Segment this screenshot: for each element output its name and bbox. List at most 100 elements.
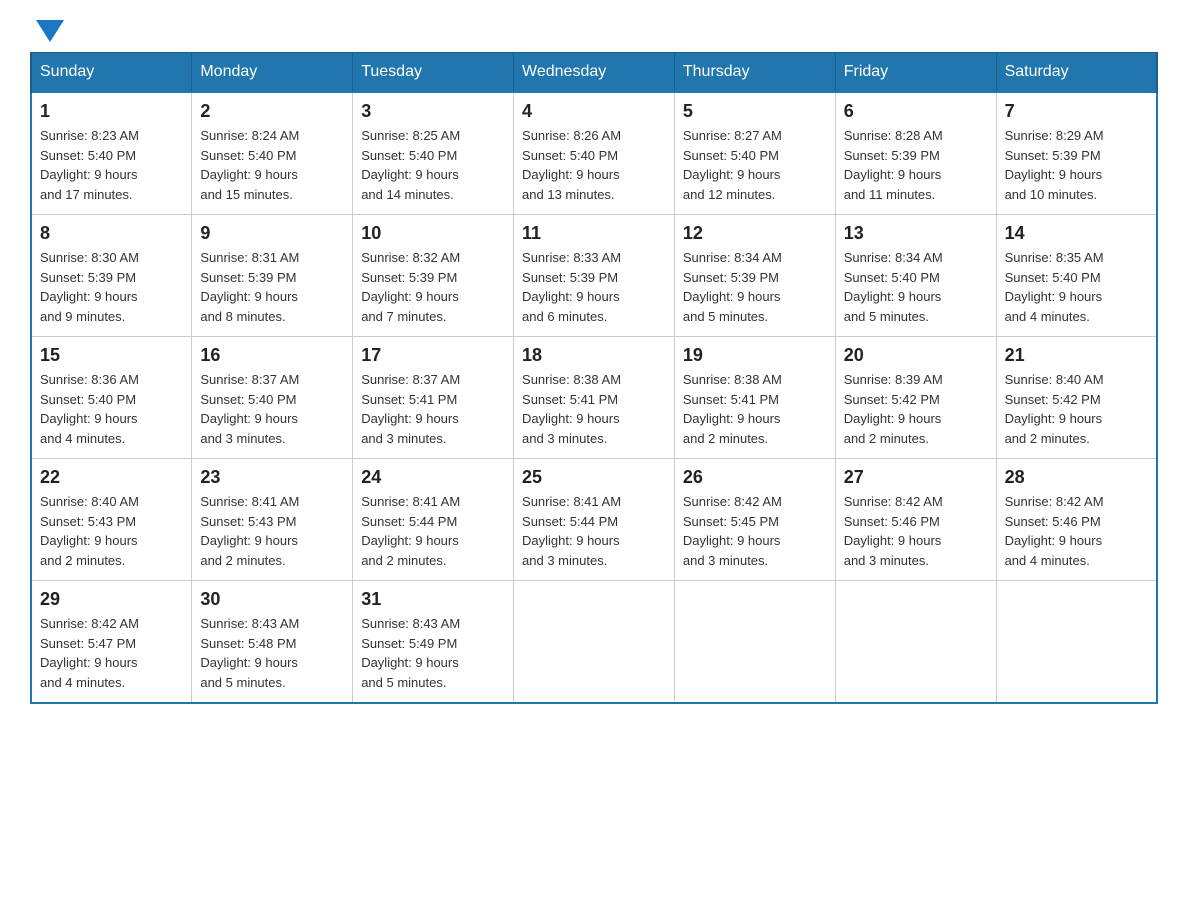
- calendar-header-tuesday: Tuesday: [353, 53, 514, 93]
- calendar-week-row: 8 Sunrise: 8:30 AMSunset: 5:39 PMDayligh…: [31, 215, 1157, 337]
- day-info: Sunrise: 8:31 AMSunset: 5:39 PMDaylight:…: [200, 250, 299, 324]
- day-number: 27: [844, 467, 988, 488]
- calendar-week-row: 22 Sunrise: 8:40 AMSunset: 5:43 PMDaylig…: [31, 459, 1157, 581]
- day-info: Sunrise: 8:28 AMSunset: 5:39 PMDaylight:…: [844, 128, 943, 202]
- calendar-header-sunday: Sunday: [31, 53, 192, 93]
- calendar-cell: 13 Sunrise: 8:34 AMSunset: 5:40 PMDaylig…: [835, 215, 996, 337]
- calendar-cell: 3 Sunrise: 8:25 AMSunset: 5:40 PMDayligh…: [353, 92, 514, 215]
- day-info: Sunrise: 8:43 AMSunset: 5:49 PMDaylight:…: [361, 616, 460, 690]
- day-info: Sunrise: 8:37 AMSunset: 5:41 PMDaylight:…: [361, 372, 460, 446]
- calendar-cell: 23 Sunrise: 8:41 AMSunset: 5:43 PMDaylig…: [192, 459, 353, 581]
- day-info: Sunrise: 8:42 AMSunset: 5:47 PMDaylight:…: [40, 616, 139, 690]
- day-info: Sunrise: 8:39 AMSunset: 5:42 PMDaylight:…: [844, 372, 943, 446]
- calendar-cell: [835, 581, 996, 704]
- day-number: 4: [522, 101, 666, 122]
- day-number: 19: [683, 345, 827, 366]
- calendar-cell: 19 Sunrise: 8:38 AMSunset: 5:41 PMDaylig…: [674, 337, 835, 459]
- day-info: Sunrise: 8:24 AMSunset: 5:40 PMDaylight:…: [200, 128, 299, 202]
- calendar-header-row: SundayMondayTuesdayWednesdayThursdayFrid…: [31, 53, 1157, 93]
- day-number: 7: [1005, 101, 1148, 122]
- day-info: Sunrise: 8:35 AMSunset: 5:40 PMDaylight:…: [1005, 250, 1104, 324]
- logo: [30, 20, 64, 42]
- day-number: 2: [200, 101, 344, 122]
- calendar-cell: 18 Sunrise: 8:38 AMSunset: 5:41 PMDaylig…: [514, 337, 675, 459]
- calendar-week-row: 29 Sunrise: 8:42 AMSunset: 5:47 PMDaylig…: [31, 581, 1157, 704]
- calendar-cell: 2 Sunrise: 8:24 AMSunset: 5:40 PMDayligh…: [192, 92, 353, 215]
- calendar-header-saturday: Saturday: [996, 53, 1157, 93]
- day-number: 21: [1005, 345, 1148, 366]
- logo-triangle-icon: [36, 20, 64, 42]
- day-info: Sunrise: 8:41 AMSunset: 5:43 PMDaylight:…: [200, 494, 299, 568]
- day-info: Sunrise: 8:36 AMSunset: 5:40 PMDaylight:…: [40, 372, 139, 446]
- calendar-cell: 20 Sunrise: 8:39 AMSunset: 5:42 PMDaylig…: [835, 337, 996, 459]
- calendar-cell: 24 Sunrise: 8:41 AMSunset: 5:44 PMDaylig…: [353, 459, 514, 581]
- calendar-cell: 14 Sunrise: 8:35 AMSunset: 5:40 PMDaylig…: [996, 215, 1157, 337]
- day-number: 23: [200, 467, 344, 488]
- calendar-cell: 29 Sunrise: 8:42 AMSunset: 5:47 PMDaylig…: [31, 581, 192, 704]
- day-info: Sunrise: 8:40 AMSunset: 5:43 PMDaylight:…: [40, 494, 139, 568]
- day-number: 10: [361, 223, 505, 244]
- calendar-cell: 10 Sunrise: 8:32 AMSunset: 5:39 PMDaylig…: [353, 215, 514, 337]
- calendar-cell: 22 Sunrise: 8:40 AMSunset: 5:43 PMDaylig…: [31, 459, 192, 581]
- day-number: 11: [522, 223, 666, 244]
- calendar-cell: 5 Sunrise: 8:27 AMSunset: 5:40 PMDayligh…: [674, 92, 835, 215]
- day-info: Sunrise: 8:42 AMSunset: 5:45 PMDaylight:…: [683, 494, 782, 568]
- day-number: 1: [40, 101, 183, 122]
- day-info: Sunrise: 8:42 AMSunset: 5:46 PMDaylight:…: [844, 494, 943, 568]
- day-number: 9: [200, 223, 344, 244]
- calendar-cell: [514, 581, 675, 704]
- day-number: 31: [361, 589, 505, 610]
- calendar-header-monday: Monday: [192, 53, 353, 93]
- day-number: 18: [522, 345, 666, 366]
- day-info: Sunrise: 8:32 AMSunset: 5:39 PMDaylight:…: [361, 250, 460, 324]
- calendar-cell: 6 Sunrise: 8:28 AMSunset: 5:39 PMDayligh…: [835, 92, 996, 215]
- day-info: Sunrise: 8:37 AMSunset: 5:40 PMDaylight:…: [200, 372, 299, 446]
- calendar-table: SundayMondayTuesdayWednesdayThursdayFrid…: [30, 52, 1158, 704]
- day-number: 14: [1005, 223, 1148, 244]
- day-number: 12: [683, 223, 827, 244]
- calendar-cell: 7 Sunrise: 8:29 AMSunset: 5:39 PMDayligh…: [996, 92, 1157, 215]
- calendar-cell: 30 Sunrise: 8:43 AMSunset: 5:48 PMDaylig…: [192, 581, 353, 704]
- day-number: 6: [844, 101, 988, 122]
- day-info: Sunrise: 8:41 AMSunset: 5:44 PMDaylight:…: [361, 494, 460, 568]
- calendar-cell: 27 Sunrise: 8:42 AMSunset: 5:46 PMDaylig…: [835, 459, 996, 581]
- day-info: Sunrise: 8:26 AMSunset: 5:40 PMDaylight:…: [522, 128, 621, 202]
- day-info: Sunrise: 8:38 AMSunset: 5:41 PMDaylight:…: [522, 372, 621, 446]
- day-info: Sunrise: 8:27 AMSunset: 5:40 PMDaylight:…: [683, 128, 782, 202]
- calendar-week-row: 15 Sunrise: 8:36 AMSunset: 5:40 PMDaylig…: [31, 337, 1157, 459]
- calendar-cell: 25 Sunrise: 8:41 AMSunset: 5:44 PMDaylig…: [514, 459, 675, 581]
- day-info: Sunrise: 8:23 AMSunset: 5:40 PMDaylight:…: [40, 128, 139, 202]
- calendar-cell: 17 Sunrise: 8:37 AMSunset: 5:41 PMDaylig…: [353, 337, 514, 459]
- day-number: 22: [40, 467, 183, 488]
- day-info: Sunrise: 8:34 AMSunset: 5:40 PMDaylight:…: [844, 250, 943, 324]
- calendar-header-wednesday: Wednesday: [514, 53, 675, 93]
- day-info: Sunrise: 8:41 AMSunset: 5:44 PMDaylight:…: [522, 494, 621, 568]
- calendar-cell: 26 Sunrise: 8:42 AMSunset: 5:45 PMDaylig…: [674, 459, 835, 581]
- day-number: 30: [200, 589, 344, 610]
- day-info: Sunrise: 8:34 AMSunset: 5:39 PMDaylight:…: [683, 250, 782, 324]
- day-number: 28: [1005, 467, 1148, 488]
- day-info: Sunrise: 8:33 AMSunset: 5:39 PMDaylight:…: [522, 250, 621, 324]
- day-number: 5: [683, 101, 827, 122]
- day-number: 16: [200, 345, 344, 366]
- calendar-header-thursday: Thursday: [674, 53, 835, 93]
- calendar-cell: 16 Sunrise: 8:37 AMSunset: 5:40 PMDaylig…: [192, 337, 353, 459]
- day-number: 26: [683, 467, 827, 488]
- day-number: 13: [844, 223, 988, 244]
- day-info: Sunrise: 8:40 AMSunset: 5:42 PMDaylight:…: [1005, 372, 1104, 446]
- calendar-cell: 31 Sunrise: 8:43 AMSunset: 5:49 PMDaylig…: [353, 581, 514, 704]
- calendar-cell: [674, 581, 835, 704]
- day-number: 15: [40, 345, 183, 366]
- header: [30, 20, 1158, 42]
- day-info: Sunrise: 8:43 AMSunset: 5:48 PMDaylight:…: [200, 616, 299, 690]
- calendar-cell: 4 Sunrise: 8:26 AMSunset: 5:40 PMDayligh…: [514, 92, 675, 215]
- day-info: Sunrise: 8:38 AMSunset: 5:41 PMDaylight:…: [683, 372, 782, 446]
- calendar-cell: 12 Sunrise: 8:34 AMSunset: 5:39 PMDaylig…: [674, 215, 835, 337]
- calendar-cell: 21 Sunrise: 8:40 AMSunset: 5:42 PMDaylig…: [996, 337, 1157, 459]
- calendar-cell: 11 Sunrise: 8:33 AMSunset: 5:39 PMDaylig…: [514, 215, 675, 337]
- day-number: 3: [361, 101, 505, 122]
- calendar-cell: 28 Sunrise: 8:42 AMSunset: 5:46 PMDaylig…: [996, 459, 1157, 581]
- day-number: 29: [40, 589, 183, 610]
- logo-blue-text: [30, 20, 64, 42]
- day-info: Sunrise: 8:42 AMSunset: 5:46 PMDaylight:…: [1005, 494, 1104, 568]
